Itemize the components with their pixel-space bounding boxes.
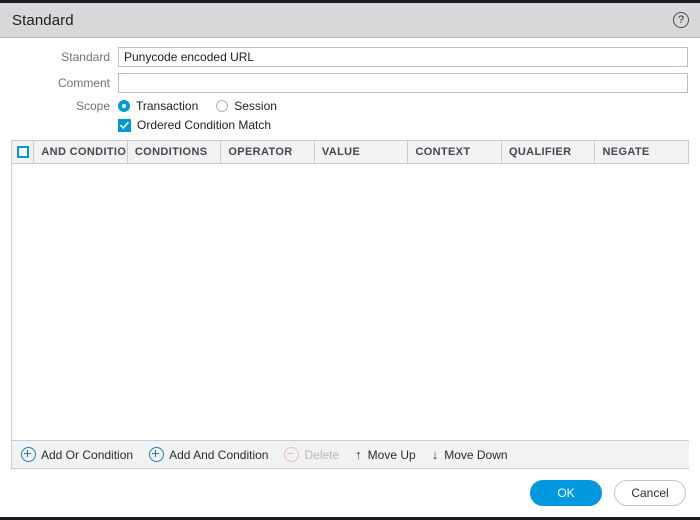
scope-row: Scope Transaction Session bbox=[10, 99, 690, 113]
radio-session-label: Session bbox=[234, 99, 277, 113]
dialog-title: Standard bbox=[12, 11, 74, 29]
column-header-negate[interactable]: NEGATE bbox=[595, 141, 689, 163]
add-and-condition-label: Add And Condition bbox=[169, 447, 269, 462]
radio-transaction-label: Transaction bbox=[136, 99, 199, 113]
ordered-condition-match-row[interactable]: Ordered Condition Match bbox=[10, 118, 690, 132]
add-and-condition-button[interactable]: Add And Condition bbox=[149, 447, 268, 462]
plus-circle-icon bbox=[21, 447, 36, 462]
column-header-value[interactable]: VALUE bbox=[315, 141, 409, 163]
add-or-condition-button[interactable]: Add Or Condition bbox=[21, 447, 133, 462]
dialog-footer: OK Cancel bbox=[0, 469, 700, 517]
standard-label: Standard bbox=[61, 50, 110, 64]
cancel-button[interactable]: Cancel bbox=[614, 480, 686, 506]
move-up-button[interactable]: ↑ Move Up bbox=[355, 447, 416, 462]
radio-selected-icon bbox=[118, 100, 130, 112]
plus-circle-icon bbox=[149, 447, 165, 462]
comment-input[interactable] bbox=[118, 73, 688, 93]
dialog-titlebar: Standard ? bbox=[0, 3, 700, 38]
standard-field-row: Standard bbox=[10, 47, 690, 67]
column-header-and-condition[interactable]: AND CONDITION bbox=[34, 141, 128, 163]
table-header-row: AND CONDITION CONDITIONS OPERATOR VALUE … bbox=[12, 141, 689, 164]
delete-button: Delete bbox=[284, 447, 339, 462]
table-body-empty bbox=[12, 164, 689, 440]
radio-unselected-icon bbox=[216, 100, 229, 112]
move-down-label: Move Down bbox=[444, 447, 508, 462]
checkbox-checked-icon bbox=[118, 118, 131, 132]
standard-dialog: Standard ? Standard Comment Scope Transa… bbox=[0, 0, 700, 520]
scope-label: Scope bbox=[75, 99, 110, 113]
delete-label: Delete bbox=[304, 447, 340, 462]
help-icon[interactable]: ? bbox=[673, 12, 689, 28]
ok-button[interactable]: OK bbox=[530, 480, 602, 506]
add-or-condition-label: Add Or Condition bbox=[41, 447, 134, 462]
move-down-button[interactable]: ↓ Move Down bbox=[432, 447, 508, 462]
comment-field-row: Comment bbox=[10, 73, 690, 93]
table-header-select-all bbox=[12, 141, 35, 163]
comment-label: Comment bbox=[57, 76, 110, 90]
radio-transaction[interactable]: Transaction bbox=[118, 99, 198, 113]
form-area: Standard Comment Scope Transaction Sessi… bbox=[0, 38, 700, 140]
radio-session[interactable]: Session bbox=[216, 99, 277, 113]
scope-radio-group: Transaction Session bbox=[118, 99, 295, 113]
minus-circle-icon bbox=[284, 447, 300, 462]
arrow-down-icon: ↓ bbox=[431, 447, 439, 462]
column-header-context[interactable]: CONTEXT bbox=[408, 141, 502, 163]
column-header-operator[interactable]: OPERATOR bbox=[221, 141, 315, 163]
arrow-up-icon: ↑ bbox=[355, 447, 362, 462]
column-header-qualifier[interactable]: QUALIFIER bbox=[502, 141, 596, 163]
column-header-conditions[interactable]: CONDITIONS bbox=[128, 141, 222, 163]
table-toolbar: Add Or Condition Add And Condition Delet… bbox=[12, 440, 689, 468]
conditions-table: AND CONDITION CONDITIONS OPERATOR VALUE … bbox=[11, 140, 689, 469]
move-up-label: Move Up bbox=[367, 447, 416, 462]
ordered-condition-match-label: Ordered Condition Match bbox=[137, 118, 272, 132]
standard-input[interactable] bbox=[118, 47, 688, 67]
select-all-checkbox[interactable] bbox=[16, 146, 29, 158]
